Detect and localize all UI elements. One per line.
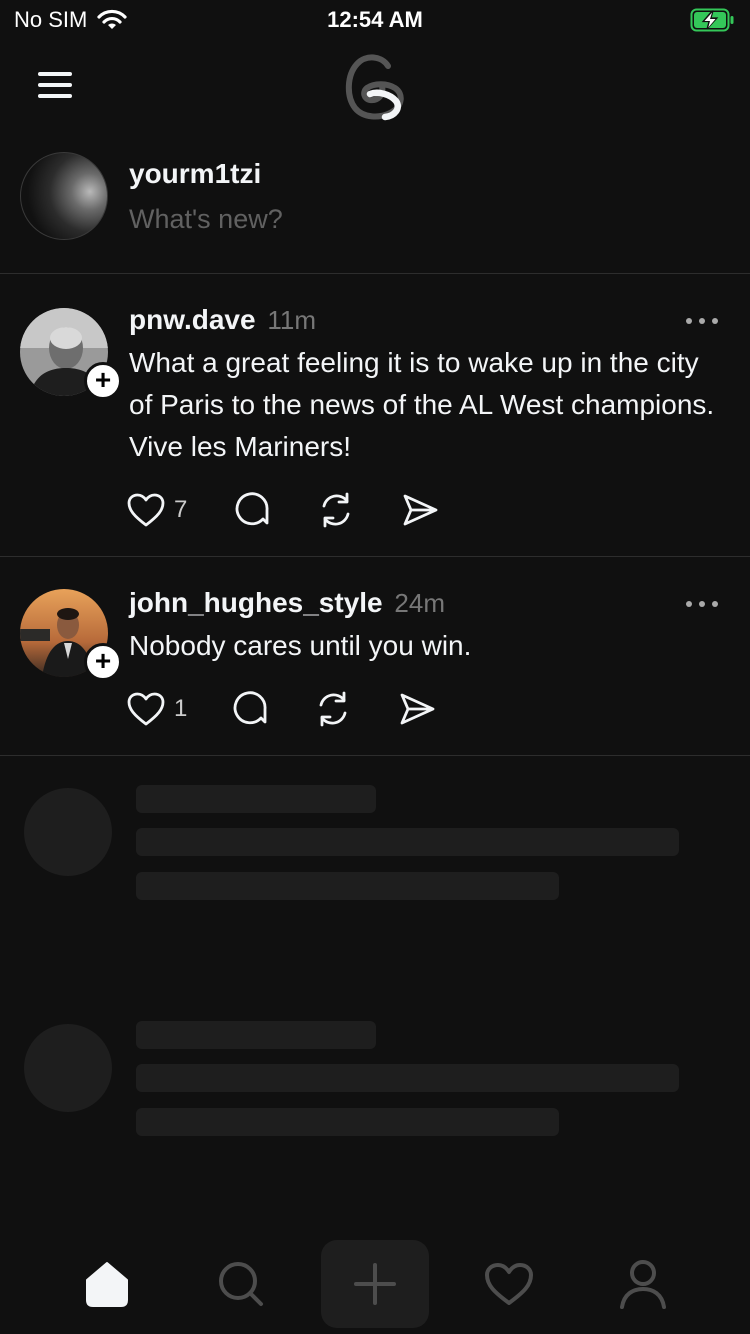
- tab-search[interactable]: [187, 1240, 295, 1328]
- thread-post: + john_hughes_style 24m Nobody cares unt…: [0, 557, 750, 756]
- more-options-icon[interactable]: [684, 314, 720, 328]
- reply-button[interactable]: [232, 490, 272, 530]
- activity-icon: [485, 1263, 533, 1305]
- heart-icon: [127, 692, 165, 726]
- search-icon: [219, 1262, 263, 1306]
- author-name[interactable]: pnw.dave: [129, 304, 256, 335]
- repost-icon: [322, 492, 350, 528]
- like-count: 7: [174, 496, 188, 523]
- skeleton-line: [136, 1064, 679, 1092]
- skeleton-line: [136, 872, 559, 900]
- more-options-icon[interactable]: [684, 597, 720, 611]
- tab-home[interactable]: [53, 1240, 161, 1328]
- follow-button[interactable]: +: [84, 362, 122, 400]
- author-avatar-group: +: [20, 308, 122, 400]
- thread-post: + pnw.dave 11m What a great feeling it i…: [0, 274, 750, 557]
- repost-icon: [319, 691, 347, 727]
- author-avatar-group: +: [20, 589, 122, 681]
- repost-button[interactable]: [313, 689, 353, 729]
- tab-create[interactable]: [321, 1240, 429, 1328]
- skeleton-avatar: [24, 1024, 112, 1112]
- app-header: [0, 48, 750, 138]
- menu-icon[interactable]: [36, 70, 76, 100]
- post-meta: john_hughes_style 24m: [129, 587, 445, 619]
- create-icon: [354, 1263, 396, 1305]
- avatar[interactable]: [20, 152, 108, 240]
- skeleton-line: [136, 1021, 376, 1049]
- share-button[interactable]: [397, 689, 437, 729]
- status-bar: No SIM 12:54 AM: [0, 0, 750, 40]
- like-button[interactable]: 7: [126, 490, 187, 530]
- author-name[interactable]: john_hughes_style: [129, 587, 383, 618]
- post-actions: 7: [126, 490, 446, 530]
- post-meta: pnw.dave 11m: [129, 304, 316, 336]
- skeleton-avatar: [24, 788, 112, 876]
- composer-username: yourm1tzi: [129, 158, 262, 189]
- like-button[interactable]: 1: [126, 689, 187, 729]
- follow-button[interactable]: +: [84, 643, 122, 681]
- threads-logo-icon[interactable]: [340, 48, 410, 124]
- like-count: 1: [174, 695, 188, 722]
- reply-button[interactable]: [230, 689, 270, 729]
- share-button[interactable]: [400, 490, 440, 530]
- comment-icon: [233, 691, 267, 725]
- loading-skeleton: [0, 1021, 750, 1171]
- repost-button[interactable]: [316, 490, 356, 530]
- heart-icon: [127, 493, 165, 527]
- skeleton-line: [136, 828, 679, 856]
- profile-icon: [620, 1260, 666, 1309]
- bottom-tab-bar: [0, 1230, 750, 1334]
- tab-activity[interactable]: [455, 1240, 563, 1328]
- battery-charging-icon: [690, 8, 734, 32]
- loading-skeleton: [0, 785, 750, 935]
- post-text: What a great feeling it is to wake up in…: [129, 347, 715, 462]
- post-text: Nobody cares until you win.: [129, 630, 472, 661]
- post-time: 11m: [267, 305, 316, 335]
- new-thread-composer[interactable]: yourm1tzi What's new?: [0, 150, 750, 274]
- send-icon: [403, 494, 438, 526]
- skeleton-line: [136, 785, 376, 813]
- post-actions: 1: [126, 689, 446, 729]
- tab-profile[interactable]: [589, 1240, 697, 1328]
- skeleton-line: [136, 1108, 559, 1136]
- post-time: 24m: [394, 588, 445, 618]
- home-icon: [86, 1262, 128, 1307]
- composer-input[interactable]: What's new?: [129, 204, 283, 235]
- send-icon: [400, 693, 435, 725]
- clock: 12:54 AM: [327, 7, 423, 32]
- comment-icon: [235, 492, 269, 526]
